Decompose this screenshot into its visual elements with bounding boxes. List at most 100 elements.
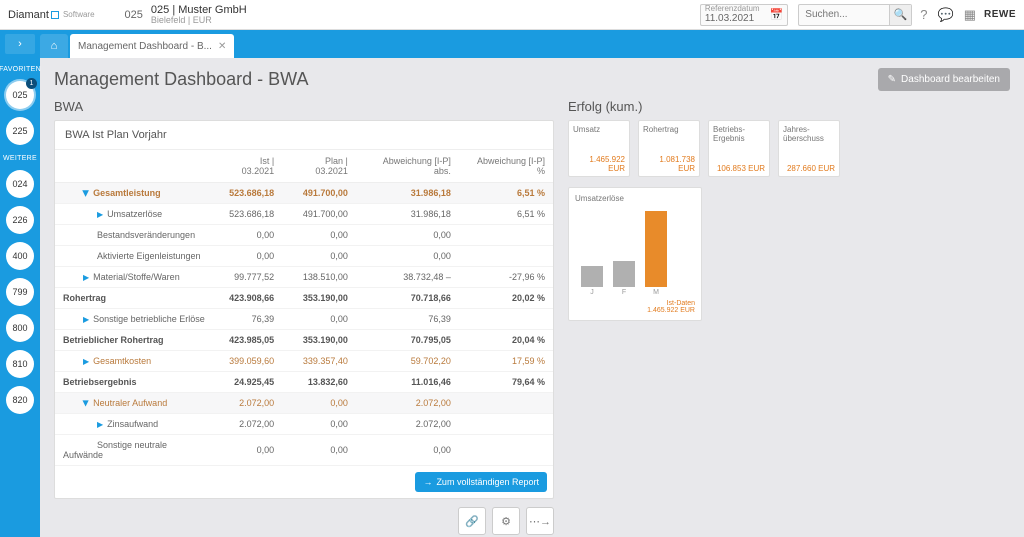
cell: 59.702,20 (356, 351, 459, 372)
logo-sub: Software (63, 10, 95, 19)
table-row[interactable]: ▶Zinsaufwand2.072,000,002.072,00 (55, 414, 553, 435)
kpi-label: Betriebs- Ergebnis (713, 126, 765, 144)
row-label: Betrieblicher Rohertrag (63, 335, 164, 345)
sidebar-item-810[interactable]: 810 (6, 350, 34, 378)
tab-home[interactable]: ⌂ (40, 34, 68, 58)
x-tick-label: J (581, 289, 603, 296)
chart-bar[interactable] (645, 211, 667, 287)
tab-bar: ⌂ Management Dashboard - B... ✕ (40, 30, 1024, 58)
sidebar-item-820[interactable]: 820 (6, 386, 34, 414)
client-number: 025 (125, 9, 143, 21)
kpi-value: 106.853 EUR (713, 164, 765, 173)
sidebar-section-favorites: FAVORITEN (0, 66, 41, 73)
sidebar-item-025[interactable]: 025 1 (6, 81, 34, 109)
table-row[interactable]: ▶Umsatzerlöse523.686,18491.700,0031.986,… (55, 204, 553, 225)
x-tick-label: F (613, 289, 635, 296)
sidebar-item-label: 799 (12, 287, 27, 297)
kpi-tile[interactable]: Rohertrag1.081.738 EUR (638, 120, 700, 177)
home-icon: ⌂ (51, 40, 58, 52)
x-tick-label: M (645, 289, 667, 296)
sidebar-item-226[interactable]: 226 (6, 206, 34, 234)
row-label: Umsatzerlöse (107, 209, 162, 219)
chart-bar[interactable] (581, 266, 603, 287)
app-logo: Diamant Software (8, 9, 95, 21)
cell (459, 393, 553, 414)
expand-icon[interactable]: ▶ (83, 315, 89, 324)
cell: 0,00 (217, 435, 282, 466)
cell: 20,02 % (459, 288, 553, 309)
more-button[interactable]: ⋯→ (526, 507, 554, 535)
row-label: Bestandsveränderungen (97, 230, 195, 240)
row-label: Gesamtkosten (93, 356, 151, 366)
table-row[interactable]: Bestandsveränderungen0,000,000,00 (55, 225, 553, 246)
full-report-button[interactable]: → Zum vollständigen Report (415, 472, 547, 492)
cell: 0,00 (282, 393, 356, 414)
col-header (55, 150, 217, 183)
table-row[interactable]: ▶Gesamtkosten399.059,60339.357,4059.702,… (55, 351, 553, 372)
table-row[interactable]: Rohertrag423.908,66353.190,0070.718,6620… (55, 288, 553, 309)
edit-dashboard-button[interactable]: ✎ Dashboard bearbeiten (878, 68, 1010, 91)
tab-active[interactable]: Management Dashboard - B... ✕ (70, 34, 234, 58)
section-title-erfolg: Erfolg (kum.) (568, 99, 1010, 114)
table-row[interactable]: Betriebsergebnis24.925,4513.832,6011.016… (55, 372, 553, 393)
expand-icon[interactable]: ▶ (97, 420, 103, 429)
page-title: Management Dashboard - BWA (54, 69, 308, 90)
help-icon[interactable]: ? (920, 7, 927, 22)
chat-icon[interactable]: 💬 (938, 7, 954, 23)
kpi-label: Jahres- überschuss (783, 126, 835, 144)
chart-area (575, 207, 695, 287)
cell: 6,51 % (459, 183, 553, 204)
more-icon: ⋯→ (529, 515, 551, 528)
search-button[interactable]: 🔍 (889, 5, 911, 25)
row-label: Rohertrag (63, 293, 106, 303)
cell: 0,00 (282, 309, 356, 330)
kpi-tile[interactable]: Umsatz1.465.922 EUR (568, 120, 630, 177)
col-header: Ist | 03.2021 (217, 150, 282, 183)
cell: 31.986,18 (356, 183, 459, 204)
sidebar-item-225[interactable]: 225 (6, 117, 34, 145)
sidebar-badge: 1 (26, 78, 37, 89)
cell: 79,64 % (459, 372, 553, 393)
expand-icon[interactable]: ▶ (97, 210, 103, 219)
cell: 523.686,18 (217, 183, 282, 204)
report-table: Ist | 03.2021 Plan | 03.2021 Abweichung … (55, 150, 553, 466)
chart-legend-label: Ist-Daten (575, 300, 695, 307)
table-row[interactable]: Betrieblicher Rohertrag423.985,05353.190… (55, 330, 553, 351)
cell: 353.190,00 (282, 288, 356, 309)
row-label: Betriebsergebnis (63, 377, 137, 387)
cell: 2.072,00 (217, 414, 282, 435)
row-label: Sonstige betriebliche Erlöse (93, 314, 205, 324)
table-row[interactable]: Sonstige neutrale Aufwände0,000,000,00 (55, 435, 553, 466)
kpi-tile[interactable]: Jahres- überschuss 287.660 EUR (778, 120, 840, 177)
expand-icon[interactable]: ▶ (83, 273, 89, 282)
apps-icon[interactable]: ▦ (964, 7, 976, 23)
table-row[interactable]: ▶Neutraler Aufwand2.072,000,002.072,00 (55, 393, 553, 414)
table-row[interactable]: ▶Material/Stoffe/Waren99.777,52138.510,0… (55, 267, 553, 288)
expand-icon[interactable]: ▶ (83, 357, 89, 366)
table-row[interactable]: ▶Sonstige betriebliche Erlöse76,390,0076… (55, 309, 553, 330)
table-row[interactable]: ▶Gesamtleistung523.686,18491.700,0031.98… (55, 183, 553, 204)
search-input[interactable] (799, 9, 889, 20)
sidebar-expand-button[interactable]: › (5, 34, 35, 54)
link-button[interactable]: 🔗 (458, 507, 486, 535)
reference-date-picker[interactable]: Referenzdatum 11.03.2021 📅 (700, 4, 788, 26)
sidebar-item-799[interactable]: 799 (6, 278, 34, 306)
kpi-label: Umsatz (573, 126, 625, 135)
cell: 491.700,00 (282, 183, 356, 204)
kpi-value: 287.660 EUR (783, 164, 835, 173)
sidebar-item-400[interactable]: 400 (6, 242, 34, 270)
expand-icon[interactable]: ▶ (82, 400, 91, 406)
sidebar-item-024[interactable]: 024 (6, 170, 34, 198)
sidebar-item-800[interactable]: 800 (6, 314, 34, 342)
chart-title: Umsatzerlöse (575, 194, 695, 203)
tab-close-icon[interactable]: ✕ (218, 41, 226, 52)
expand-icon[interactable]: ▶ (82, 190, 91, 196)
sidebar-item-label: 810 (12, 359, 27, 369)
settings-button[interactable]: ⚙ (492, 507, 520, 535)
row-label: Aktivierte Eigenleistungen (97, 251, 201, 261)
kpi-tile[interactable]: Betriebs- Ergebnis 106.853 EUR (708, 120, 770, 177)
table-row[interactable]: Aktivierte Eigenleistungen0,000,000,00 (55, 246, 553, 267)
module-label: REWE (984, 9, 1016, 20)
col-header: Plan | 03.2021 (282, 150, 356, 183)
chart-bar[interactable] (613, 261, 635, 287)
